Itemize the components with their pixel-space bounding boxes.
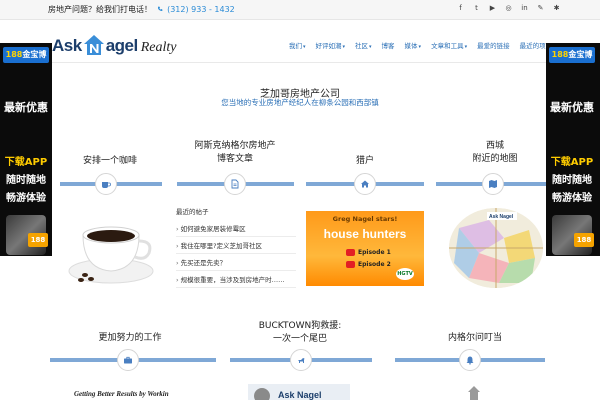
nav-item-blog[interactable]: 博客 bbox=[377, 40, 400, 50]
chevron-down-icon: ▾ bbox=[303, 44, 306, 50]
top-bar: 房地产问题？给我们打电话！ (312) 933 - 1432 f t ▶ ◎ i… bbox=[0, 0, 600, 20]
instagram-icon[interactable]: ◎ bbox=[505, 4, 512, 12]
column-title-map[interactable]: 西城 附近的地图 bbox=[440, 140, 550, 166]
nav-item-articles-tools[interactable]: 文章和工具▾ bbox=[426, 40, 472, 50]
ad-experience-text: 畅游体验 bbox=[6, 193, 46, 204]
chevron-right-icon: › bbox=[176, 225, 179, 233]
chevron-down-icon: ▾ bbox=[418, 44, 422, 50]
ad-anytime-text: 随时随地 bbox=[552, 175, 592, 186]
book-title-text: Getting Better Results by Workin bbox=[74, 390, 169, 398]
twitter-icon[interactable]: t bbox=[473, 4, 480, 12]
column-title-coffee[interactable]: 安排一个咖啡 bbox=[60, 155, 160, 168]
dog-icon[interactable] bbox=[290, 349, 312, 371]
social-links: f t ▶ ◎ in ✎ ✱ bbox=[457, 4, 560, 12]
jingle-image[interactable] bbox=[462, 384, 486, 400]
ad-brand-badge: 188金宝博 bbox=[3, 47, 49, 63]
logo-realty: Realty bbox=[140, 40, 177, 55]
chevron-down-icon: ▾ bbox=[464, 44, 468, 50]
ad-experience-text: 畅游体验 bbox=[552, 193, 592, 204]
neighborhood-map-image[interactable]: Ask Nagel bbox=[449, 208, 543, 288]
play-icon bbox=[346, 261, 355, 268]
ad-download-text: 下载APP bbox=[550, 157, 594, 168]
hh-episode-2[interactable]: Episode 2 bbox=[346, 261, 391, 268]
company-tagline: 您当地的专业房地产经纪人在柳条公园和西部镇 bbox=[221, 98, 379, 107]
chevron-down-icon: ▾ bbox=[342, 44, 346, 50]
facebook-icon[interactable]: f bbox=[457, 4, 464, 12]
chevron-right-icon: › bbox=[176, 259, 179, 267]
house-logo-icon bbox=[83, 35, 104, 55]
nav-item-media[interactable]: 媒体▾ bbox=[400, 40, 427, 50]
recent-posts-title: 最近的帖子 bbox=[176, 208, 209, 216]
site-logo[interactable]: Ask agel Realty bbox=[52, 30, 176, 56]
post-link[interactable]: › 先买还是先卖？ bbox=[176, 254, 296, 271]
page: 房地产问题？给我们打电话！ (312) 933 - 1432 f t ▶ ◎ i… bbox=[0, 0, 600, 400]
ad-phone-badge: 188 bbox=[28, 233, 48, 247]
left-ad-banner[interactable]: 188金宝博 最新优惠 下载APP 随时随地 畅游体验 188 bbox=[0, 43, 52, 256]
section-title-dog-rescue[interactable]: BUCKTOWN狗救援: 一次一个尾巴 bbox=[230, 320, 370, 346]
play-icon bbox=[346, 249, 355, 256]
ad-download-text: 下载APP bbox=[4, 157, 48, 168]
coffee-cup-image bbox=[68, 226, 154, 284]
briefcase-icon[interactable] bbox=[117, 349, 139, 371]
main-nav: 我们▾ 好评如潮▾ 社区▾ 博客 媒体▾ 文章和工具▾ 最爱的链接 最近的项目 bbox=[284, 40, 557, 50]
bell-icon[interactable] bbox=[459, 349, 481, 371]
ad-phone-badge: 188 bbox=[574, 233, 594, 247]
document-icon[interactable] bbox=[224, 173, 246, 195]
svg-text:Ask Nagel: Ask Nagel bbox=[489, 214, 514, 220]
logo-ask: Ask bbox=[52, 36, 82, 55]
post-link[interactable]: › 如何避免家居装修霉区 bbox=[176, 220, 296, 237]
ad-brand-badge: 188金宝博 bbox=[549, 47, 595, 63]
post-link[interactable]: › 我住在哪里?定义芝加哥社区 bbox=[176, 237, 296, 254]
phone-icon bbox=[157, 6, 162, 11]
topbar-contact: 房地产问题？给我们打电话！ (312) 933 - 1432 bbox=[48, 4, 235, 15]
chevron-down-icon: ▾ bbox=[369, 44, 372, 50]
nav-item-communities[interactable]: 社区▾ bbox=[350, 40, 377, 50]
nav-item-favorite-links[interactable]: 最爱的链接 bbox=[472, 40, 515, 50]
house-hunters-banner[interactable]: Greg Nagel stars! house hunters Episode … bbox=[306, 211, 424, 286]
hgtv-logo: HGTV bbox=[396, 268, 414, 280]
ad-anytime-text: 随时随地 bbox=[6, 175, 46, 186]
post-link[interactable]: › 规模很重要，当涉及到房地产时…… bbox=[176, 271, 296, 288]
hh-stars-text: Greg Nagel stars! bbox=[332, 215, 398, 223]
map-icon[interactable] bbox=[482, 173, 504, 195]
svg-text:Ask Nagel: Ask Nagel bbox=[278, 390, 322, 400]
section-title-harder-work[interactable]: 更加努力的工作 bbox=[60, 332, 200, 345]
right-ad-banner[interactable]: 188金宝博 最新优惠 下载APP 随时随地 畅游体验 188 bbox=[546, 43, 600, 256]
nav-item-about[interactable]: 我们▾ bbox=[284, 40, 311, 50]
nav-item-reviews[interactable]: 好评如潮▾ bbox=[311, 40, 351, 50]
dog-rescue-image[interactable]: Ask Nagel bbox=[248, 384, 350, 400]
youtube-icon[interactable]: ▶ bbox=[489, 4, 496, 12]
home-icon[interactable] bbox=[354, 173, 376, 195]
section-title-ask-jingle[interactable]: 内格尔问叮当 bbox=[400, 332, 550, 345]
linkedin-icon[interactable]: in bbox=[521, 4, 528, 12]
site-header: Ask agel Realty 我们▾ 好评如潮▾ 社区▾ 博客 媒体▾ 文章和… bbox=[0, 20, 600, 63]
coffee-icon[interactable] bbox=[95, 173, 117, 195]
chevron-right-icon: › bbox=[176, 276, 179, 284]
hh-episode-1[interactable]: Episode 1 bbox=[346, 249, 391, 256]
logo-nagel: agel bbox=[105, 36, 139, 55]
column-title-blog[interactable]: 阿斯克纳格尔房地产 博客文章 bbox=[180, 140, 290, 166]
topbar-question: 房地产问题？给我们打电话！ bbox=[48, 5, 152, 14]
blog-icon[interactable]: ✎ bbox=[537, 4, 544, 12]
yelp-icon[interactable]: ✱ bbox=[553, 4, 560, 12]
phone-link[interactable]: (312) 933 - 1432 bbox=[167, 5, 235, 14]
hh-title: house hunters bbox=[323, 227, 407, 241]
column-title-house-hunters[interactable]: 猎户 bbox=[310, 155, 420, 168]
chevron-right-icon: › bbox=[176, 242, 179, 250]
recent-posts: 最近的帖子 › 如何避免家居装修霉区 › 我住在哪里?定义芝加哥社区 › 先买还是先卖… bbox=[176, 206, 296, 288]
